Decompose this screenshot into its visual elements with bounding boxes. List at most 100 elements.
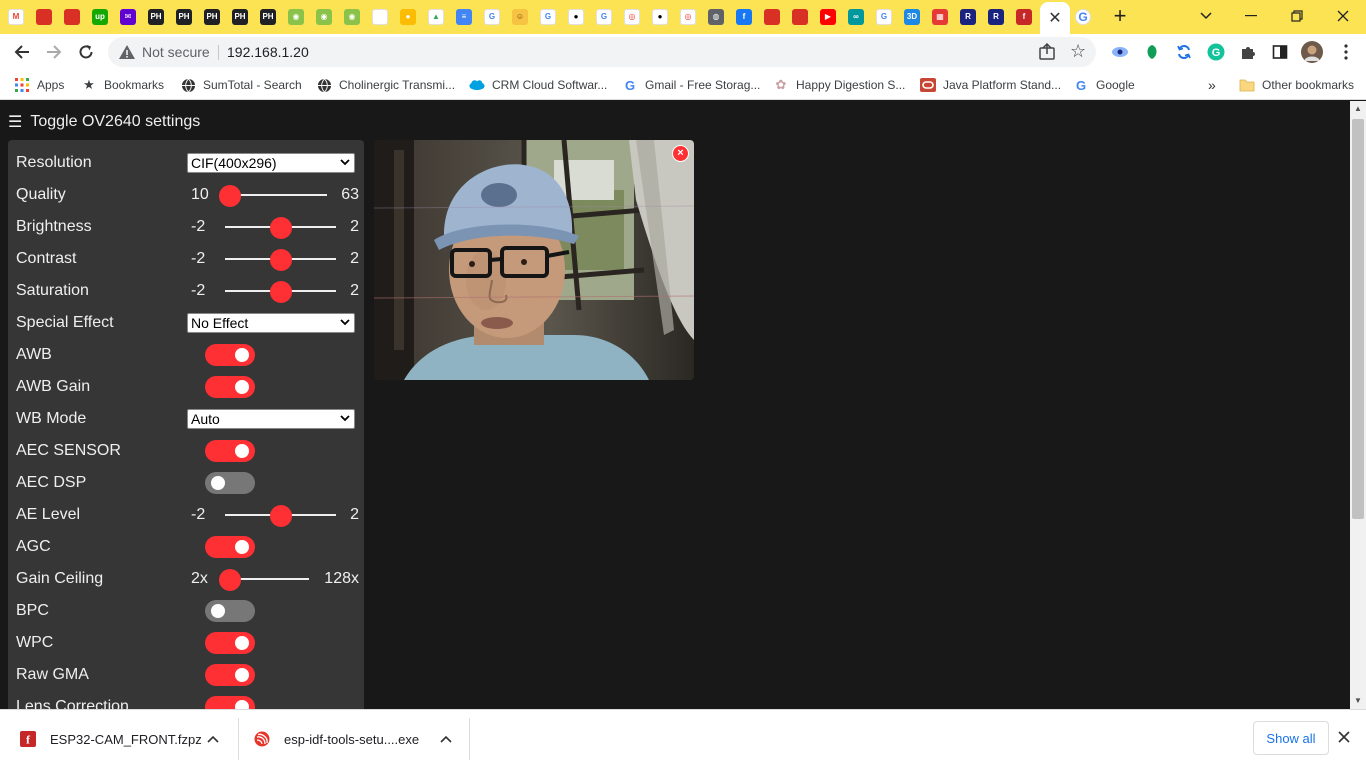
url-text[interactable]: 192.168.1.20 [227, 44, 309, 60]
tab-search-button[interactable] [1186, 2, 1226, 30]
browser-tab[interactable]: G [592, 5, 616, 29]
bookmark-sumtotal[interactable]: SumTotal - Search [180, 75, 302, 95]
grammarly-button[interactable]: G [1204, 40, 1228, 64]
browser-tab[interactable]: G [480, 5, 504, 29]
close-stream-button[interactable]: × [672, 145, 689, 162]
more-bookmarks-button[interactable]: » [1208, 75, 1216, 95]
extensions-button[interactable] [1236, 40, 1260, 64]
bookmark-star-icon[interactable]: ☆ [1070, 41, 1086, 62]
bookmark-crm[interactable]: CRM Cloud Softwar... [469, 75, 607, 95]
browser-tab[interactable]: ▲ [424, 5, 448, 29]
browser-tab[interactable]: R [984, 5, 1008, 29]
browser-tab[interactable]: f [1012, 5, 1036, 29]
forward-button[interactable] [42, 40, 66, 64]
address-bar[interactable]: Not secure 192.168.1.20 ☆ [108, 37, 1096, 67]
other-bookmarks-folder[interactable]: Other bookmarks [1239, 75, 1354, 95]
saturation-slider[interactable]: -2 2 [187, 275, 359, 307]
scroll-down-arrow-icon[interactable]: ▼ [1350, 693, 1366, 709]
reload-button[interactable] [74, 40, 98, 64]
close-downloads-button[interactable] [1338, 727, 1350, 748]
slider-thumb[interactable] [269, 217, 292, 239]
slider-thumb[interactable] [269, 249, 292, 271]
profile-button[interactable] [1300, 40, 1324, 64]
browser-tab[interactable]: ∞ [844, 5, 868, 29]
show-all-button[interactable]: Show all [1253, 721, 1329, 755]
tab-google[interactable]: G [1071, 5, 1095, 29]
brightness-slider[interactable]: -2 2 [187, 211, 359, 243]
bookmark-bookmarks[interactable]: ★ Bookmarks [81, 75, 164, 95]
lens-correction-toggle[interactable] [205, 696, 255, 709]
browser-tab[interactable]: PH [144, 5, 168, 29]
browser-tab[interactable]: ✉ [116, 5, 140, 29]
browser-tab[interactable] [32, 5, 56, 29]
browser-tab[interactable] [760, 5, 784, 29]
close-window-button[interactable] [1323, 2, 1363, 30]
download-options-button[interactable] [440, 710, 452, 768]
page-scrollbar[interactable]: ▲ ▼ [1350, 101, 1366, 709]
browser-tab[interactable] [368, 5, 392, 29]
download-item[interactable]: esp-idf-tools-setu....exe [254, 710, 419, 768]
browser-tab[interactable]: f [732, 5, 756, 29]
warning-icon[interactable] [118, 43, 136, 61]
browser-tab[interactable]: ◎ [620, 5, 644, 29]
browser-tab[interactable]: ● [396, 5, 420, 29]
awb-toggle[interactable] [205, 344, 255, 366]
browser-tab[interactable] [788, 5, 812, 29]
browser-tab[interactable]: ▶ [816, 5, 840, 29]
close-tab-icon[interactable]: ✕ [1048, 8, 1061, 28]
agc-toggle[interactable] [205, 536, 255, 558]
download-item[interactable]: f ESP32-CAM_FRONT.fzpz [20, 710, 202, 768]
browser-tab[interactable]: ◉ [284, 5, 308, 29]
browser-tab[interactable]: G [872, 5, 896, 29]
ae-level-slider[interactable]: -2 2 [187, 499, 359, 531]
browser-tab[interactable]: ● [648, 5, 672, 29]
bookmark-google[interactable]: G Google [1073, 75, 1135, 95]
active-tab[interactable]: ✕ [1040, 2, 1070, 34]
slider-thumb[interactable] [269, 505, 292, 527]
slider-thumb[interactable] [269, 281, 292, 303]
share-icon[interactable] [1038, 43, 1056, 61]
aec-dsp-toggle[interactable] [205, 472, 255, 494]
bookmark-gmail[interactable]: G Gmail - Free Storag... [622, 75, 760, 95]
wb-mode-select[interactable]: Auto [187, 409, 355, 429]
gain-ceiling-slider[interactable]: 2x 128x [187, 563, 359, 595]
extension-sync-button[interactable] [1172, 40, 1196, 64]
raw-gma-toggle[interactable] [205, 664, 255, 686]
bookmark-java[interactable]: Java Platform Stand... [920, 75, 1061, 95]
minimize-button[interactable] [1231, 2, 1271, 30]
side-panel-button[interactable] [1268, 40, 1292, 64]
scrollbar-thumb[interactable] [1352, 119, 1364, 519]
quality-slider[interactable]: 10 63 [187, 179, 359, 211]
awb-gain-toggle[interactable] [205, 376, 255, 398]
settings-toggle[interactable]: ☰ Toggle OV2640 settings [8, 112, 200, 132]
contrast-slider[interactable]: -2 2 [187, 243, 359, 275]
download-options-button[interactable] [207, 710, 219, 768]
browser-tab[interactable]: ☺ [508, 5, 532, 29]
browser-tab[interactable]: ▦ [928, 5, 952, 29]
browser-tab[interactable]: up [88, 5, 112, 29]
browser-tab[interactable]: PH [228, 5, 252, 29]
new-tab-button[interactable]: + [1108, 5, 1132, 29]
bpc-toggle[interactable] [205, 600, 255, 622]
browser-tab[interactable]: ◉ [340, 5, 364, 29]
special-effect-select[interactable]: No Effect [187, 313, 355, 333]
bookmark-apps[interactable]: Apps [14, 75, 64, 95]
extension-eye-button[interactable] [1108, 40, 1132, 64]
bookmark-happy-digestion[interactable]: ✿ Happy Digestion S... [773, 75, 906, 95]
extension-leaf-button[interactable] [1140, 40, 1164, 64]
restore-button[interactable] [1277, 2, 1317, 30]
slider-thumb[interactable] [219, 185, 241, 207]
browser-tab[interactable]: ● [564, 5, 588, 29]
browser-tab[interactable]: ◎ [676, 5, 700, 29]
back-button[interactable] [10, 40, 34, 64]
aec-sensor-toggle[interactable] [205, 440, 255, 462]
slider-thumb[interactable] [219, 569, 241, 591]
browser-tab[interactable]: M [4, 5, 28, 29]
menu-button[interactable] [1334, 40, 1358, 64]
browser-tab[interactable]: G [536, 5, 560, 29]
browser-tab[interactable]: R [956, 5, 980, 29]
browser-tab[interactable]: ≡ [452, 5, 476, 29]
browser-tab[interactable]: 3D [900, 5, 924, 29]
browser-tab[interactable]: PH [256, 5, 280, 29]
scroll-up-arrow-icon[interactable]: ▲ [1350, 101, 1366, 117]
